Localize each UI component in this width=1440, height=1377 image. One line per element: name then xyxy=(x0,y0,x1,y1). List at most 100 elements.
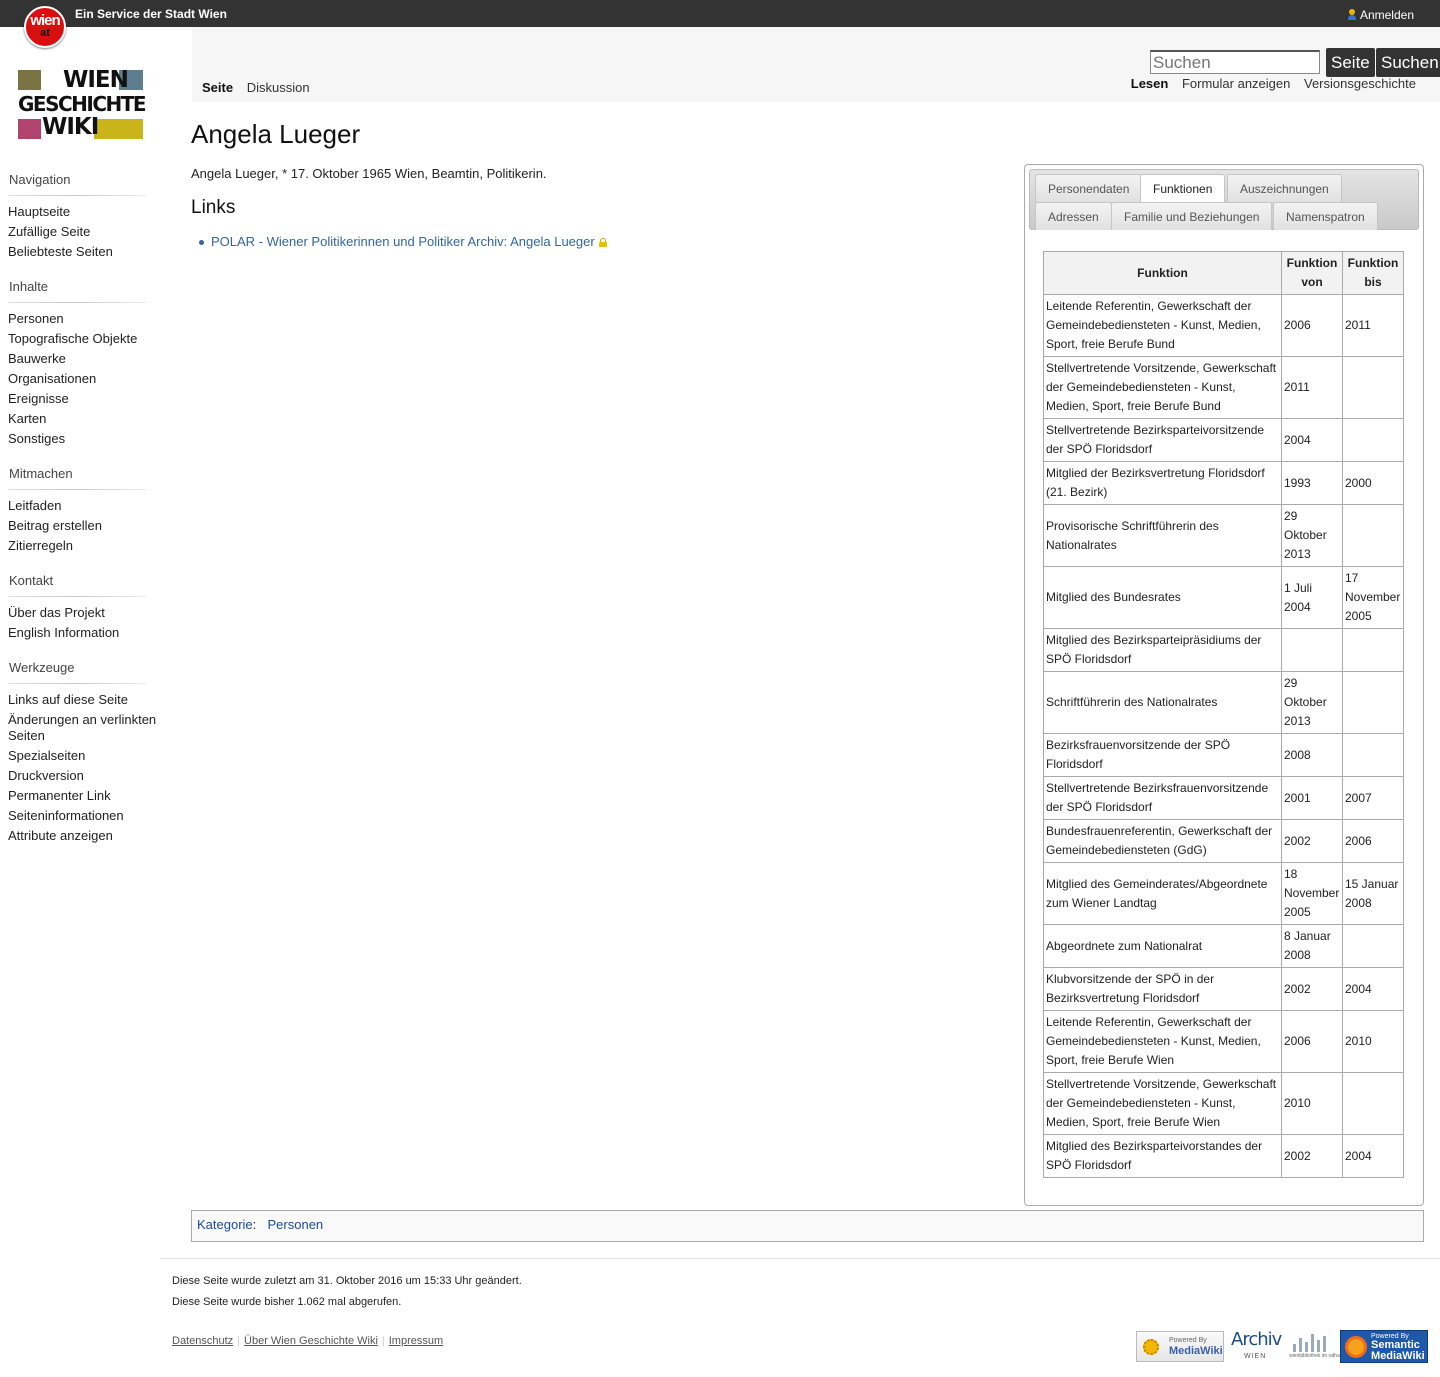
sidebar-item: Ereignisse xyxy=(8,391,160,407)
sidebar-link[interactable]: Änderungen an verlinkten Seiten xyxy=(8,712,156,743)
sidebar-link[interactable]: Attribute anzeigen xyxy=(8,828,113,843)
cell-von: 8 Januar 2008 xyxy=(1281,924,1343,968)
about-link[interactable]: Über Wien Geschichte Wiki xyxy=(244,1335,378,1347)
sidebar-item: Hauptseite xyxy=(8,204,160,220)
impressum-link[interactable]: Impressum xyxy=(389,1335,443,1347)
sidebar-heading: Werkzeuge xyxy=(9,660,147,684)
wien-at-logo-bottom: at xyxy=(40,27,50,39)
cell-funktion: Schriftführerin des Nationalrates xyxy=(1043,671,1282,734)
search-input[interactable] xyxy=(1150,50,1320,74)
view-count: Diese Seite wurde bisher 1.062 mal abger… xyxy=(172,1296,402,1308)
sidebar-item: Attribute anzeigen xyxy=(8,828,160,844)
category-links: Kategorie: Personen xyxy=(191,1210,1424,1242)
sidebar-link[interactable]: Ereignisse xyxy=(8,391,69,406)
archiv-wien-logo[interactable]: Archiv WIEN xyxy=(1229,1329,1283,1363)
cell-funktion: Stellvertretende Bezirksfrauenvorsitzend… xyxy=(1043,776,1282,820)
sidebar-link[interactable]: Links auf diese Seite xyxy=(8,692,128,707)
tab-funktionen[interactable]: Funktionen xyxy=(1140,174,1226,202)
table-row: Klubvorsitzende der SPÖ in der Bezirksve… xyxy=(1043,967,1404,1011)
sidebar-link[interactable]: Permanenter Link xyxy=(8,788,111,803)
tab-namenspatron[interactable]: Namenspatron xyxy=(1273,202,1378,230)
sidebar-link[interactable]: Topografische Objekte xyxy=(8,331,137,346)
namespace-tabs: Seite Diskussion xyxy=(202,80,320,95)
cell-von: 2002 xyxy=(1281,819,1343,863)
tab-formular-anzeigen[interactable]: Formular anzeigen xyxy=(1182,76,1290,91)
search-button[interactable]: Suchen xyxy=(1376,48,1440,77)
table-row: Bundesfrauenreferentin, Gewerkschaft der… xyxy=(1043,819,1404,863)
infobox: Personendaten Funktionen Auszeichnungen … xyxy=(1024,164,1424,1206)
sidebar-item: Seiteninformationen xyxy=(8,808,160,824)
wienbibliothek-logo[interactable]: wienbibliothek im rathaus xyxy=(1289,1328,1345,1364)
sidebar-item: Zitierregeln xyxy=(8,538,160,554)
sidebar-item: Sonstiges xyxy=(8,431,160,447)
top-bar: Ein Service der Stadt Wien Anmelden xyxy=(0,0,1440,27)
links-heading: Links xyxy=(191,197,236,218)
wien-at-logo[interactable]: wien at xyxy=(24,6,66,48)
tab-versionsgeschichte[interactable]: Versionsgeschichte xyxy=(1304,76,1416,91)
table-row: Stellvertretende Bezirksparteivorsitzend… xyxy=(1043,418,1404,462)
category-personen[interactable]: Personen xyxy=(268,1217,324,1232)
sidebar-item: Zufällige Seite xyxy=(8,224,160,240)
sidebar-link[interactable]: Seiteninformationen xyxy=(8,808,124,823)
cell-funktion: Stellvertretende Bezirksparteivorsitzend… xyxy=(1043,418,1282,462)
table-row: Leitende Referentin, Gewerkschaft der Ge… xyxy=(1043,1010,1404,1073)
table-row: Leitende Referentin, Gewerkschaft der Ge… xyxy=(1043,294,1404,357)
tab-adressen[interactable]: Adressen xyxy=(1035,202,1112,230)
tab-familie-und-beziehungen[interactable]: Familie und Beziehungen xyxy=(1111,202,1273,230)
list-item: POLAR - Wiener Politikerinnen und Politi… xyxy=(191,234,607,249)
cell-funktion: Leitende Referentin, Gewerkschaft der Ge… xyxy=(1043,294,1282,357)
cell-bis xyxy=(1342,1072,1404,1135)
sidebar-link[interactable]: Karten xyxy=(8,411,46,426)
sidebar-link[interactable]: Druckversion xyxy=(8,768,84,783)
sidebar-item: Bauwerke xyxy=(8,351,160,367)
sidebar-link[interactable]: Hauptseite xyxy=(8,204,70,219)
category-label[interactable]: Kategorie xyxy=(197,1217,253,1232)
powered-by-mediawiki-badge[interactable]: Powered By MediaWiki xyxy=(1136,1331,1224,1362)
sidebar-link[interactable]: Bauwerke xyxy=(8,351,66,366)
cell-von: 29 Oktober 2013 xyxy=(1281,671,1343,734)
login-link[interactable]: Anmelden xyxy=(1347,8,1414,22)
sidebar-heading: Mitmachen xyxy=(9,466,147,490)
cell-funktion: Bundesfrauenreferentin, Gewerkschaft der… xyxy=(1043,819,1282,863)
table-row: Abgeordnete zum Nationalrat 8 Januar 2008 xyxy=(1043,924,1404,968)
logo-square-yellow xyxy=(94,119,143,139)
wien-geschichte-wiki-logo[interactable]: WIEN GESCHICHTE WIKI xyxy=(18,69,147,140)
tab-lesen[interactable]: Lesen xyxy=(1131,76,1169,91)
sidebar-link[interactable]: Über das Projekt xyxy=(8,605,105,620)
table-row: Stellvertretende Vorsitzende, Gewerkscha… xyxy=(1043,1072,1404,1135)
polar-link[interactable]: POLAR - Wiener Politikerinnen und Politi… xyxy=(211,234,595,249)
tab-diskussion[interactable]: Diskussion xyxy=(247,80,310,95)
sidebar-link[interactable]: Personen xyxy=(8,311,64,326)
cell-funktion: Provisorische Schriftführerin des Nation… xyxy=(1043,504,1282,567)
sidebar-link[interactable]: Zufällige Seite xyxy=(8,224,90,239)
sidebar-link[interactable]: Beliebteste Seiten xyxy=(8,244,113,259)
table-row: Mitglied des Bezirksparteivorstandes der… xyxy=(1043,1134,1404,1178)
links-list: POLAR - Wiener Politikerinnen und Politi… xyxy=(191,234,607,249)
sidebar-item: Beitrag erstellen xyxy=(8,518,160,534)
sidebar-link[interactable]: Beitrag erstellen xyxy=(8,518,102,533)
logo-text-wiki: WIKI xyxy=(42,114,99,140)
cell-von: 2002 xyxy=(1281,1134,1343,1178)
sidebar-link[interactable]: Sonstiges xyxy=(8,431,65,446)
sidebar-link[interactable]: Leitfaden xyxy=(8,498,62,513)
tab-seite[interactable]: Seite xyxy=(202,80,233,95)
go-button[interactable]: Seite xyxy=(1326,48,1375,77)
sidebar-link[interactable]: Organisationen xyxy=(8,371,96,386)
tab-auszeichnungen[interactable]: Auszeichnungen xyxy=(1227,174,1342,202)
sidebar: Navigation Hauptseite Zufällige Seite Belie… xyxy=(0,172,160,863)
powered-by-semantic-mediawiki-badge[interactable]: Powered By Semantic MediaWiki xyxy=(1340,1330,1428,1363)
cell-bis xyxy=(1342,671,1404,734)
sidebar-item: Änderungen an verlinkten Seiten xyxy=(8,712,160,744)
header-funktion-von: Funktion von xyxy=(1281,251,1343,295)
sidebar-link[interactable]: Zitierregeln xyxy=(8,538,73,553)
infobox-tabbar: Personendaten Funktionen Auszeichnungen … xyxy=(1029,169,1419,230)
sidebar-link[interactable]: English Information xyxy=(8,625,119,640)
sidebar-link[interactable]: Spezialseiten xyxy=(8,748,85,763)
table-row: Mitglied der Bezirksvertretung Floridsdo… xyxy=(1043,461,1404,505)
cell-bis: 2011 xyxy=(1342,294,1404,357)
tab-personendaten[interactable]: Personendaten xyxy=(1035,174,1143,202)
sidebar-item: Druckversion xyxy=(8,768,160,784)
datenschutz-link[interactable]: Datenschutz xyxy=(172,1335,233,1347)
cell-bis: 2004 xyxy=(1342,967,1404,1011)
cell-von: 2011 xyxy=(1281,356,1343,419)
